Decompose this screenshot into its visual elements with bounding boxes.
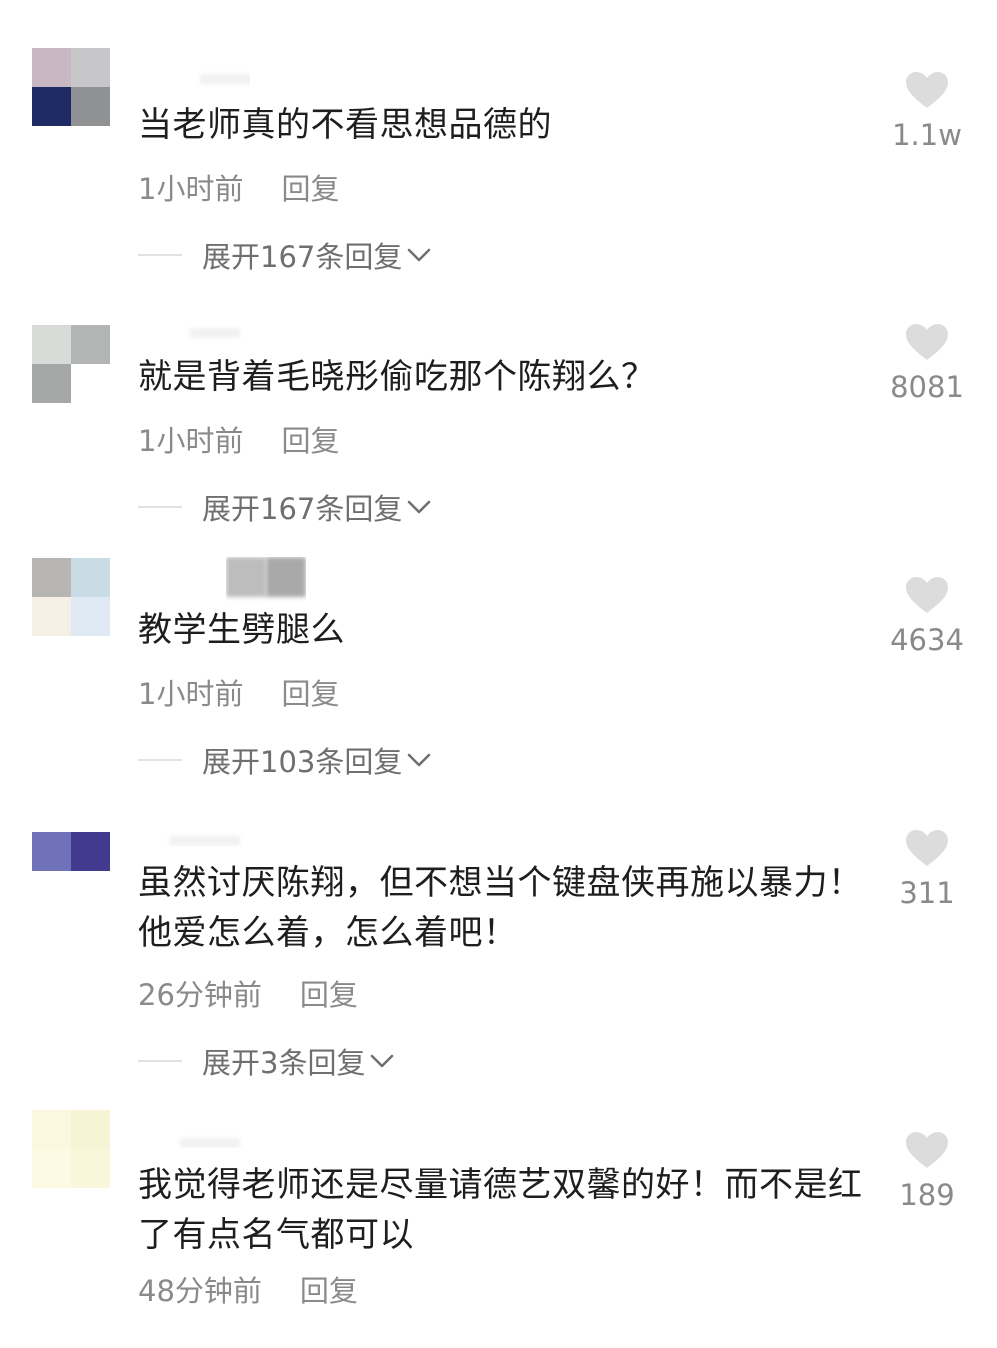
comment-meta: 48分钟前 回复 (138, 1268, 358, 1310)
username-blurred[interactable] (140, 1114, 250, 1148)
reply-button[interactable]: 回复 (281, 172, 339, 206)
chevron-down-icon (369, 1044, 395, 1078)
divider-line (138, 254, 182, 256)
expand-replies-label: 展开103条回复 (202, 745, 403, 779)
reply-button[interactable]: 回复 (281, 677, 339, 711)
expand-replies-label: 展开3条回复 (202, 1046, 366, 1080)
reply-button[interactable]: 回复 (300, 1274, 358, 1308)
comment-time: 1小时前 (138, 172, 244, 206)
chevron-down-icon (406, 238, 432, 272)
username-blurred[interactable] (140, 306, 250, 340)
like-count: 4634 (890, 623, 964, 657)
expand-replies-label: 展开167条回复 (202, 492, 403, 526)
comment-time: 1小时前 (138, 424, 244, 458)
username-blurred[interactable] (140, 812, 250, 846)
avatar[interactable] (32, 325, 110, 403)
expand-replies-button[interactable]: 展开167条回复 (138, 234, 432, 276)
username-blurred[interactable] (140, 54, 250, 88)
expand-replies-button[interactable]: 展开167条回复 (138, 486, 432, 528)
avatar[interactable] (32, 48, 110, 126)
like-count: 1.1w (892, 118, 962, 152)
heart-icon (887, 70, 967, 114)
expand-replies-button[interactable]: 展开3条回复 (138, 1040, 395, 1082)
heart-icon (887, 1130, 967, 1174)
expand-replies-button[interactable]: 展开103条回复 (138, 739, 432, 781)
heart-icon (887, 575, 967, 619)
like-button[interactable]: 8081 (887, 322, 967, 404)
comment-time: 48分钟前 (138, 1274, 262, 1308)
comment-text: 就是背着毛晓彤偷吃那个陈翔么？ (138, 357, 656, 397)
comment-meta: 26分钟前 回复 (138, 972, 358, 1014)
comment-time: 26分钟前 (138, 978, 262, 1012)
chevron-down-icon (406, 743, 432, 777)
comment-meta: 1小时前 回复 (138, 418, 339, 460)
avatar[interactable] (32, 1110, 110, 1188)
comment-text: 当老师真的不看思想品德的 (138, 105, 552, 145)
comment-meta: 1小时前 回复 (138, 166, 339, 208)
heart-icon (887, 322, 967, 366)
like-button[interactable]: 189 (887, 1130, 967, 1212)
avatar[interactable] (32, 832, 110, 872)
like-count: 311 (899, 876, 955, 910)
comment-text: 虽然讨厌陈翔，但不想当个键盘侠再施以暴力！他爱怎么着，怎么着吧！ (138, 863, 863, 953)
chevron-down-icon (406, 490, 432, 524)
comment-time: 1小时前 (138, 677, 244, 711)
avatar[interactable] (32, 558, 110, 636)
divider-line (138, 759, 182, 761)
like-count: 189 (899, 1178, 955, 1212)
comment-meta: 1小时前 回复 (138, 671, 339, 713)
expand-replies-label: 展开167条回复 (202, 240, 403, 274)
comment-text: 教学生劈腿么 (138, 610, 345, 650)
like-button[interactable]: 1.1w (887, 70, 967, 152)
like-button[interactable]: 311 (887, 828, 967, 910)
like-count: 8081 (890, 370, 964, 404)
heart-icon (887, 828, 967, 872)
like-button[interactable]: 4634 (887, 575, 967, 657)
divider-line (138, 1060, 182, 1062)
username-blurred[interactable] (226, 557, 306, 603)
reply-button[interactable]: 回复 (300, 978, 358, 1012)
comment-text: 我觉得老师还是尽量请德艺双馨的好！而不是红了有点名气都可以 (138, 1165, 863, 1255)
divider-line (138, 506, 182, 508)
reply-button[interactable]: 回复 (281, 424, 339, 458)
